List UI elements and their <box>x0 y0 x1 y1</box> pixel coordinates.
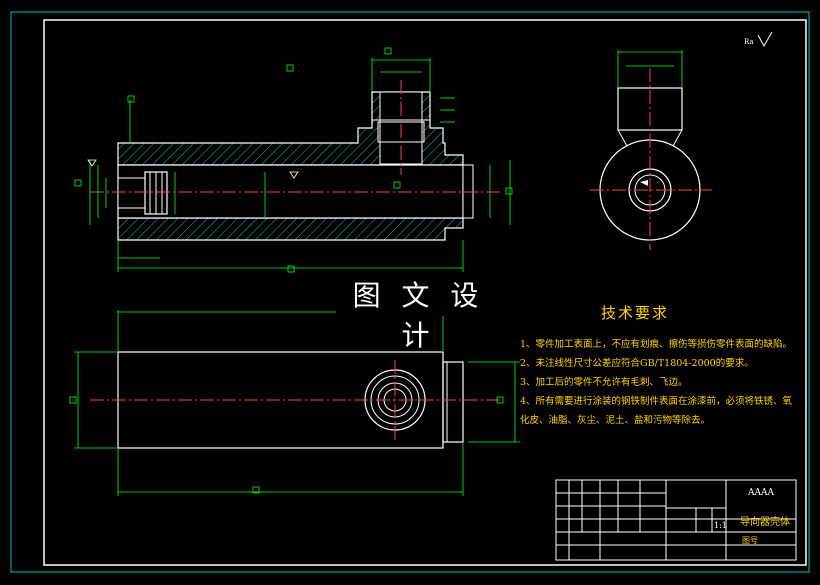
side-view <box>590 50 712 250</box>
plan-view <box>69 310 520 496</box>
drawing-no-label: 图号 <box>742 536 758 545</box>
watermark-label: 图 文 设 计 <box>336 276 501 352</box>
note-line: 4、所有需要进行涂装的钢铁制件表面在涂漆前，必须将铁锈、氧 <box>520 396 793 407</box>
note-line: 化皮、油脂、灰尘、泥土、盐和污物等除去。 <box>520 415 711 426</box>
drawing-code: AAAA <box>748 488 774 498</box>
scale-value: 1:1 <box>714 521 727 530</box>
part-name: 导向器壳体 <box>740 517 790 528</box>
note-line: 2、未注线性尺寸公差应符合GB/T1804-2000的要求。 <box>520 358 754 369</box>
front-section-view <box>74 47 513 273</box>
lower-wall-hatch <box>117 217 464 241</box>
roughness-mark <box>757 31 773 48</box>
notes-title: 技术要求 <box>600 304 669 322</box>
note-line: 1、零件加工表面上，不应有划痕、擦伤等损伤零件表面的缺陷。 <box>520 339 793 350</box>
technical-requirements: 技术要求 1、零件加工表面上，不应有划痕、擦伤等损伤零件表面的缺陷。 2、未注线… <box>520 302 810 430</box>
note-line: 3、加工后的零件不允许有毛刺、飞边。 <box>520 377 688 388</box>
roughness-label: Ra <box>744 38 754 46</box>
